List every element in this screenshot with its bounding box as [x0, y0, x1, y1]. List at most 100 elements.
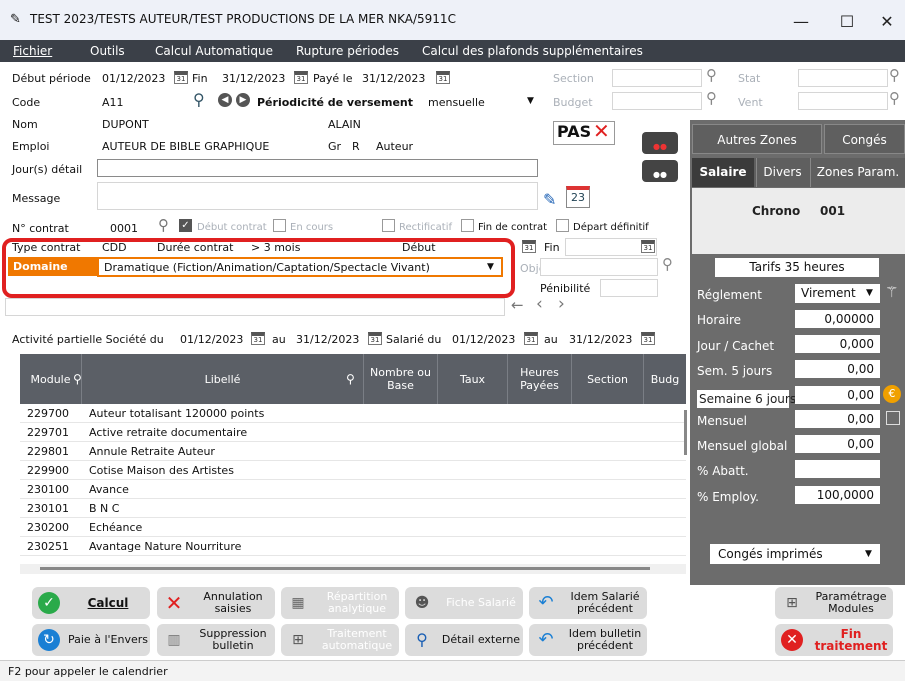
mensuel-global-field[interactable]: 0,00: [795, 435, 880, 453]
search-icon[interactable]: ⚲: [889, 66, 900, 84]
back-arrow-icon[interactable]: ←: [511, 296, 524, 314]
chevron-down-icon[interactable]: ▼: [527, 96, 534, 106]
search-icon[interactable]: ⚲: [706, 89, 717, 107]
repartition-button[interactable]: ▦ Répartition analytique: [281, 587, 399, 619]
employ-field[interactable]: 100,0000: [795, 486, 880, 504]
prev-arrow-icon[interactable]: ‹: [536, 294, 543, 314]
tarifs-field[interactable]: Tarifs 35 heures: [715, 258, 879, 277]
col-nombre[interactable]: Nombre ou Base: [364, 354, 438, 404]
stat-input[interactable]: [798, 69, 888, 87]
wand-icon[interactable]: ⚚: [885, 283, 898, 301]
calendar-icon[interactable]: 31: [251, 332, 265, 345]
col-budget[interactable]: Budg: [644, 354, 686, 404]
debut-periode-field[interactable]: 01/12/2023: [102, 72, 165, 85]
calendar-icon[interactable]: 31: [294, 71, 308, 84]
col-libelle[interactable]: Libellé: [82, 354, 364, 404]
calendar-icon[interactable]: 31: [174, 71, 188, 84]
suppression-button[interactable]: ▥ Suppression bulletin: [157, 624, 275, 656]
act-au-field[interactable]: 31/12/2023: [296, 333, 359, 346]
code-field[interactable]: A11: [102, 96, 124, 109]
domaine-select[interactable]: Dramatique (Fiction/Animation/Captation/…: [104, 261, 430, 274]
chevron-down-icon[interactable]: ▼: [866, 288, 873, 298]
mensuel-field[interactable]: 0,00: [795, 410, 880, 428]
contrat-field[interactable]: 0001: [110, 222, 138, 235]
message-input[interactable]: [97, 182, 538, 210]
table-row[interactable]: [20, 499, 686, 518]
calendar-day[interactable]: 23: [566, 186, 590, 208]
col-heures[interactable]: Heures Payées: [508, 354, 572, 404]
search-icon[interactable]: ⚲: [662, 255, 673, 273]
calendar-icon[interactable]: 31: [436, 71, 450, 84]
debut-contrat-checkbox[interactable]: ✓: [179, 219, 192, 232]
next-arrow-icon[interactable]: ›: [558, 294, 565, 314]
jours-detail-input[interactable]: [97, 159, 538, 177]
sal-au-field[interactable]: 31/12/2023: [569, 333, 632, 346]
categorie-field[interactable]: Auteur: [376, 140, 413, 153]
calendar-icon[interactable]: 31: [522, 240, 536, 253]
calendar-icon[interactable]: 31: [524, 332, 538, 345]
sem6-field[interactable]: 0,00: [795, 386, 880, 404]
camera-icon[interactable]: ●●: [642, 160, 678, 182]
conges-select[interactable]: Congés imprimés: [710, 544, 880, 564]
vertical-scrollbar[interactable]: [684, 410, 687, 455]
search-icon[interactable]: ⚲: [193, 90, 205, 109]
periodicite-select[interactable]: mensuelle: [428, 96, 485, 109]
menu-outils[interactable]: Outils: [90, 44, 125, 58]
nom-field[interactable]: DUPONT: [102, 118, 149, 131]
tab-salaire[interactable]: Salaire: [692, 158, 754, 187]
search-icon[interactable]: ⚲: [706, 66, 717, 84]
detail-button[interactable]: ⚲ Détail externe: [405, 624, 523, 656]
search-icon[interactable]: ⚲: [73, 372, 82, 386]
budget-input[interactable]: [612, 92, 702, 110]
prev-icon[interactable]: ◀: [218, 93, 232, 107]
tab-zones-param[interactable]: Zones Param.: [810, 158, 905, 187]
col-taux[interactable]: Taux: [438, 354, 508, 404]
traitement-button[interactable]: ⊞ Traitement automatique: [281, 624, 399, 656]
fin-contrat-checkbox[interactable]: [461, 219, 474, 232]
search-icon[interactable]: ⚲: [346, 372, 355, 386]
section-input[interactable]: [612, 69, 702, 87]
act-du-field[interactable]: 01/12/2023: [180, 333, 243, 346]
tab-autres-zones[interactable]: Autres Zones: [692, 124, 822, 154]
chevron-down-icon[interactable]: ▼: [487, 262, 494, 272]
paye-le-field[interactable]: 31/12/2023: [362, 72, 425, 85]
calendar-icon[interactable]: 31: [641, 240, 655, 253]
horaire-field[interactable]: 0,00000: [795, 310, 880, 328]
gr-field[interactable]: R: [352, 140, 360, 153]
emploi-field[interactable]: AUTEUR DE BIBLE GRAPHIQUE: [102, 140, 269, 153]
scrollbar-thumb[interactable]: [40, 567, 650, 570]
prenom-field[interactable]: ALAIN: [328, 118, 361, 131]
menu-fichier[interactable]: Fichier: [13, 44, 52, 58]
annulation-button[interactable]: ✕ Annulation saisies: [157, 587, 275, 619]
fin-traitement-button[interactable]: ✕ Fin traitement: [775, 624, 893, 656]
search-icon[interactable]: ⚲: [158, 216, 169, 234]
menu-rupture[interactable]: Rupture périodes: [296, 44, 399, 58]
calendar-icon[interactable]: 31: [368, 332, 382, 345]
calendar-icon[interactable]: 31: [641, 332, 655, 345]
calcul-button[interactable]: ✓ Calcul: [32, 587, 150, 619]
depart-checkbox[interactable]: [556, 219, 569, 232]
sem5-field[interactable]: 0,00: [795, 360, 880, 378]
euro-icon[interactable]: €: [883, 385, 901, 403]
mensuel-checkbox[interactable]: [886, 411, 900, 425]
extra-input[interactable]: [5, 298, 505, 316]
idem-salarie-button[interactable]: ↶ Idem Salarié précédent: [529, 587, 647, 619]
next-icon[interactable]: ▶: [236, 93, 250, 107]
tab-conges[interactable]: Congés: [824, 124, 905, 154]
fin-field[interactable]: 31/12/2023: [222, 72, 285, 85]
search-icon[interactable]: ⚲: [889, 89, 900, 107]
sal-du-field[interactable]: 01/12/2023: [452, 333, 515, 346]
vent-input[interactable]: [798, 92, 888, 110]
idem-bulletin-button[interactable]: ↶ Idem bulletin précédent: [529, 624, 647, 656]
minimize-button[interactable]: —: [781, 8, 821, 36]
close-button[interactable]: ✕: [867, 8, 905, 36]
jour-cachet-field[interactable]: 0,000: [795, 335, 880, 353]
chevron-down-icon[interactable]: ▼: [865, 549, 872, 559]
tab-divers[interactable]: Divers: [756, 158, 808, 187]
objet-input[interactable]: [540, 258, 658, 276]
parametrage-button[interactable]: ⊞ Paramétrage Modules: [775, 587, 893, 619]
fiche-button[interactable]: ☻ Fiche Salarié: [405, 587, 523, 619]
menu-plafonds[interactable]: Calcul des plafonds supplémentaires: [422, 44, 643, 58]
film-icon[interactable]: ●●: [642, 132, 678, 154]
paie-envers-button[interactable]: ↻ Paie à l'Envers: [32, 624, 150, 656]
